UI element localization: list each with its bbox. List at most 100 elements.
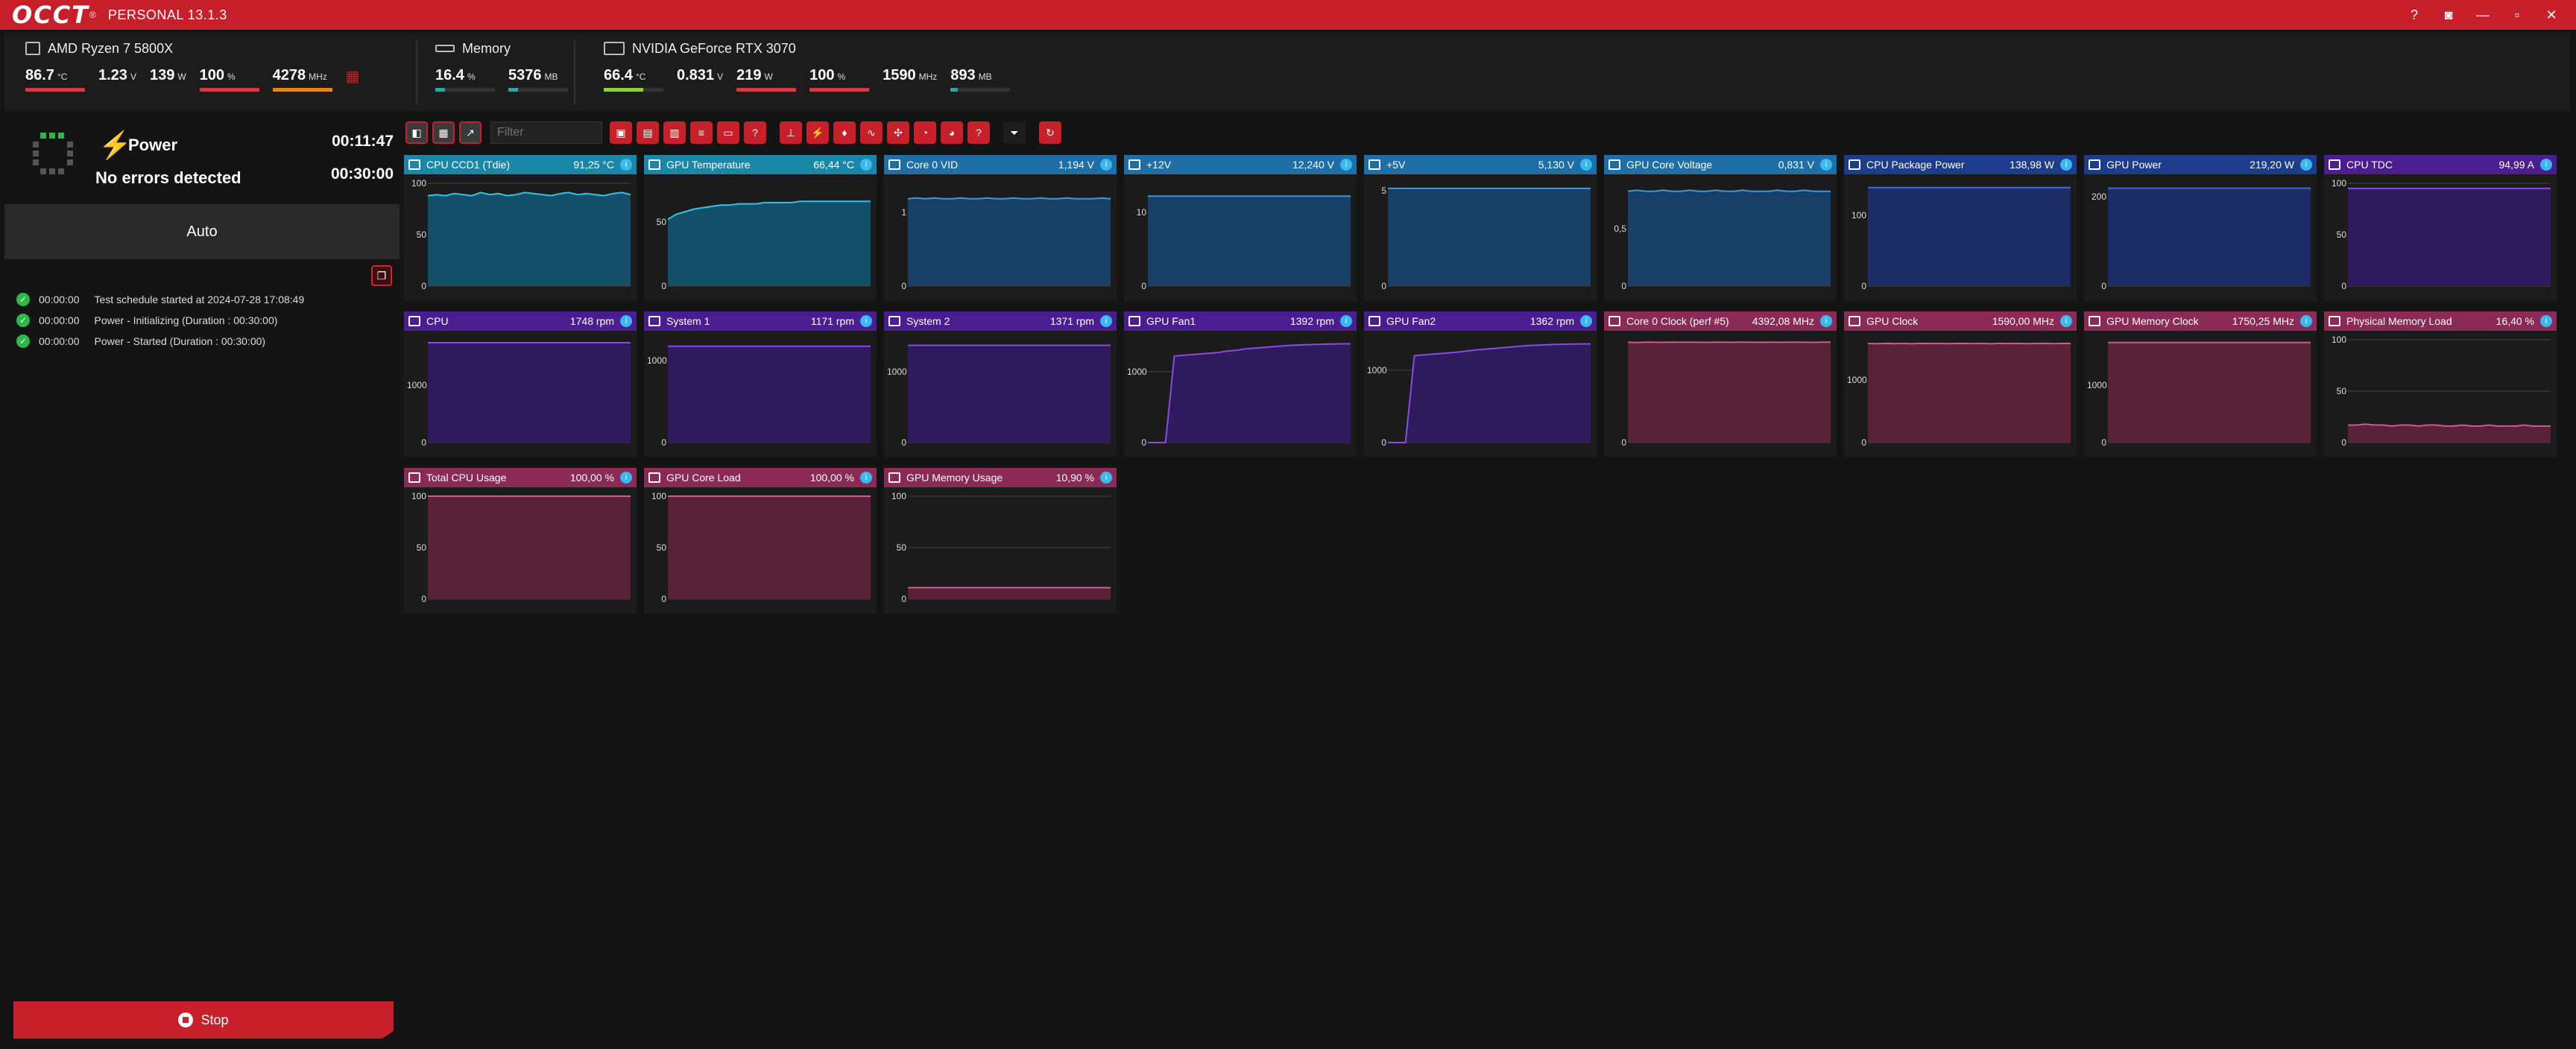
filter-gpu-icon[interactable]: ▤ xyxy=(637,121,659,144)
filter-usage-icon[interactable]: ◕ xyxy=(941,121,963,144)
sensor-card[interactable]: GPU Power 219,20 Wi 200 0 xyxy=(2084,155,2317,301)
sensor-chart: 100 50 0 xyxy=(644,487,877,614)
info-icon[interactable]: i xyxy=(2060,315,2072,327)
info-icon[interactable]: i xyxy=(1820,159,1832,171)
sensor-value: 66,44 °C xyxy=(813,159,854,171)
filter-memory-icon[interactable]: ▭ xyxy=(717,121,739,144)
filter-current-icon[interactable]: ∿ xyxy=(860,121,883,144)
cores-grid-icon[interactable]: ▦ xyxy=(346,67,360,92)
filter-temperature-icon[interactable]: ⊥ xyxy=(780,121,802,144)
sensor-card-header: CPU TDC 94,99 A i xyxy=(2324,155,2557,174)
sensor-card[interactable]: +12V 12,240 V i 10 0 xyxy=(1124,155,1357,301)
info-icon[interactable]: i xyxy=(620,159,632,171)
sensor-name: GPU Fan2 xyxy=(1386,315,1436,327)
sensor-card[interactable]: GPU Core Voltage 0,831 Vi 0,5 0 xyxy=(1604,155,1837,301)
screenshot-button[interactable]: ◙ xyxy=(2431,0,2466,30)
info-icon[interactable]: i xyxy=(1820,315,1832,327)
funnel-icon[interactable]: ⏷ xyxy=(1003,121,1026,144)
sensor-card[interactable]: Total CPU Usage 100,00 % i 100 50 0 xyxy=(404,468,637,614)
info-icon[interactable]: i xyxy=(2540,159,2552,171)
sensor-card[interactable]: Core 0 Clock (perf #5) 4392,08 MHz i 0 xyxy=(1604,311,1837,457)
y-tick-label: 0 xyxy=(1861,437,1866,448)
info-icon[interactable]: i xyxy=(1340,315,1352,327)
restore-button[interactable]: ▫ xyxy=(2500,0,2534,30)
sensor-card[interactable]: GPU Memory Clock 1750,25 MHz i 1000 0 xyxy=(2084,311,2317,457)
info-icon[interactable]: i xyxy=(1100,472,1112,484)
filter-voltage-icon[interactable]: ⚡ xyxy=(806,121,829,144)
sensor-card[interactable]: System 2 1371 rpm i 1000 0 xyxy=(884,311,1117,457)
sensor-value: 1590,00 MHz xyxy=(1992,315,2054,327)
sensor-card[interactable]: CPU CCD1 (Tdie) 91,25 °C i 100 50 0 xyxy=(404,155,637,301)
divider xyxy=(416,40,417,104)
filter-motherboard-icon[interactable]: ▥ xyxy=(663,121,686,144)
sensor-name: GPU Clock xyxy=(1866,315,1919,327)
y-tick-label: 1000 xyxy=(647,355,667,366)
fan-icon xyxy=(648,316,660,326)
info-icon[interactable]: i xyxy=(1340,159,1352,171)
filter-other-icon[interactable]: ? xyxy=(744,121,766,144)
info-icon[interactable]: i xyxy=(1580,159,1592,171)
series-area xyxy=(2108,188,2311,286)
filter-input[interactable] xyxy=(490,121,602,144)
sensor-chart: 100 0 xyxy=(1844,174,2077,301)
test-mode[interactable]: Auto xyxy=(4,204,400,259)
sensor-card[interactable]: GPU Memory Usage 10,90 % i 100 50 0 xyxy=(884,468,1117,614)
series-area xyxy=(2348,188,2551,286)
sensor-card[interactable]: CPU 1748 rpm i 1000 0 xyxy=(404,311,637,457)
cpu-name: AMD Ryzen 7 5800X xyxy=(48,40,174,56)
filter-power-icon[interactable]: ♦ xyxy=(833,121,856,144)
close-button[interactable]: ✕ xyxy=(2534,0,2569,30)
reset-icon[interactable]: ↻ xyxy=(1039,121,1061,144)
sensor-card[interactable]: GPU Temperature 66,44 °C i 50 0 xyxy=(644,155,877,301)
info-icon[interactable]: i xyxy=(2300,315,2312,327)
sensor-card-header: GPU Temperature 66,44 °C i xyxy=(644,155,877,174)
info-icon[interactable]: i xyxy=(1580,315,1592,327)
info-icon[interactable]: i xyxy=(2540,315,2552,327)
filter-fan-icon[interactable]: ✣ xyxy=(887,121,909,144)
filter-storage-icon[interactable]: ≡ xyxy=(690,121,713,144)
sensor-card[interactable]: +5V 5,130 Vi50 xyxy=(1364,155,1597,301)
minimize-button[interactable]: — xyxy=(2466,0,2500,30)
y-tick-label: 0 xyxy=(1381,437,1386,448)
stop-button[interactable]: Stop xyxy=(13,1001,394,1039)
copy-log-button[interactable]: ❐ xyxy=(371,265,392,286)
sensor-card[interactable]: GPU Clock 1590,00 MHz i 1000 0 xyxy=(1844,311,2077,457)
sensor-card[interactable]: Physical Memory Load 16,40 % i 100 50 0 xyxy=(2324,311,2557,457)
sensor-card[interactable]: CPU TDC 94,99 A i 100 50 0 xyxy=(2324,155,2557,301)
sensor-card[interactable]: Core 0 VID 1,194 Vi10 xyxy=(884,155,1117,301)
info-icon[interactable]: i xyxy=(860,472,872,484)
sensor-name: GPU Power xyxy=(2106,159,2162,171)
sensor-name: Total CPU Usage xyxy=(426,472,507,484)
info-icon[interactable]: i xyxy=(620,472,632,484)
view-split-button[interactable]: ◧ xyxy=(405,121,428,144)
filter-cpu-icon[interactable]: ▣ xyxy=(610,121,632,144)
sensor-card[interactable]: System 1 1171 rpm i 1000 0 xyxy=(644,311,877,457)
sensor-value: 100,00 % xyxy=(809,472,854,484)
sensor-card[interactable]: GPU Fan1 1392 rpm i 1000 0 xyxy=(1124,311,1357,457)
sensor-card[interactable]: GPU Core Load 100,00 % i 100 50 0 xyxy=(644,468,877,614)
sensor-chart-svg xyxy=(428,495,631,600)
sensor-card[interactable]: GPU Fan2 1362 rpm i 1000 0 xyxy=(1364,311,1597,457)
info-icon[interactable]: i xyxy=(860,315,872,327)
sensor-card[interactable]: CPU Package Power 138,98 W i 100 0 xyxy=(1844,155,2077,301)
info-icon[interactable]: i xyxy=(1100,159,1112,171)
sensor-chart: 1000 0 xyxy=(404,331,637,457)
sensor-name: CPU TDC xyxy=(2346,159,2393,171)
sensor-value: 16,40 % xyxy=(2496,315,2534,327)
fan-icon xyxy=(1368,316,1380,326)
y-tick-label: 0 xyxy=(1141,437,1146,448)
info-icon[interactable]: i xyxy=(1100,315,1112,327)
info-icon[interactable]: i xyxy=(2060,159,2072,171)
check-icon: ✓ xyxy=(16,314,30,327)
filter-misc-icon[interactable]: ? xyxy=(967,121,990,144)
view-table-button[interactable]: ▦ xyxy=(432,121,455,144)
sensor-name: GPU Memory Usage xyxy=(906,472,1003,484)
view-graph-button[interactable]: ↗ xyxy=(459,121,482,144)
sensor-chart: 10 0 xyxy=(1124,174,1357,301)
info-icon[interactable]: i xyxy=(620,315,632,327)
help-button[interactable]: ? xyxy=(2397,0,2431,30)
info-icon[interactable]: i xyxy=(860,159,872,171)
info-icon[interactable]: i xyxy=(2300,159,2312,171)
sensor-chart-svg xyxy=(1388,343,1591,443)
filter-clock-icon[interactable]: ◔ xyxy=(914,121,936,144)
